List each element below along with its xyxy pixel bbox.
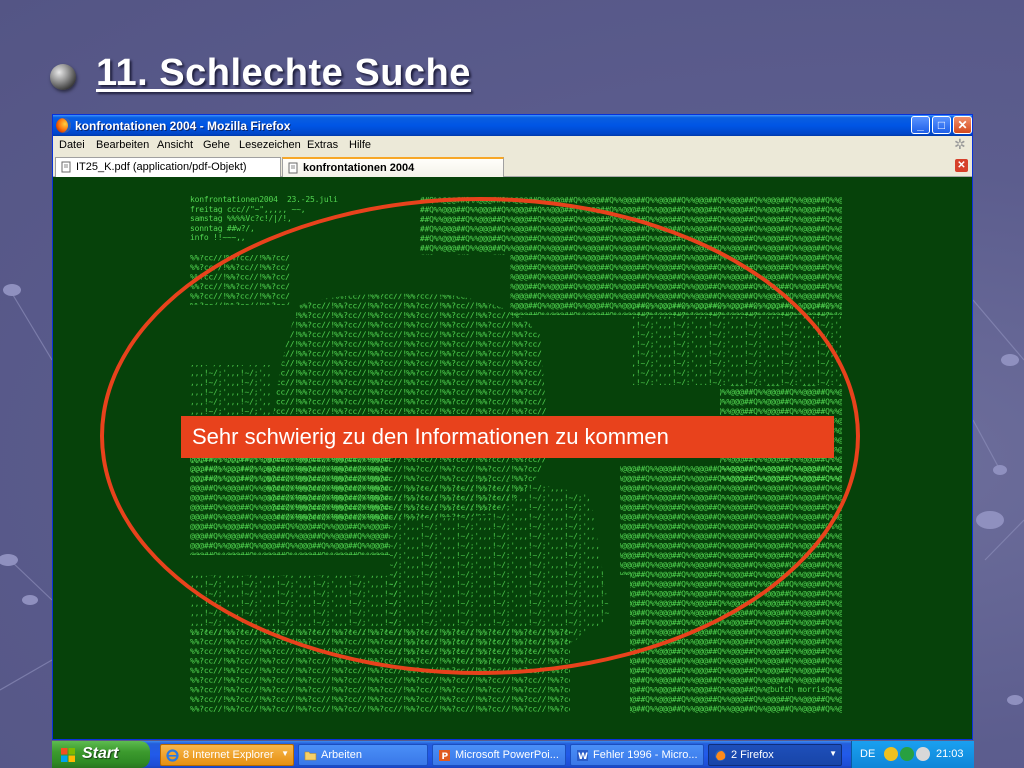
page-icon: [61, 161, 71, 173]
menu-ansicht[interactable]: Ansicht: [157, 139, 193, 151]
powerpoint-icon: P: [439, 750, 450, 762]
window-title: konfrontationen 2004 - Mozilla Firefox: [75, 119, 291, 133]
menu-hilfe[interactable]: Hilfe: [349, 139, 371, 151]
taskbar-item-label: Fehler 1996 - Micro...: [593, 749, 698, 761]
start-label: Start: [82, 745, 119, 762]
throbber-icon: ✲: [954, 136, 966, 152]
taskbar-item-label: Arbeiten: [321, 749, 362, 761]
tab-pdf[interactable]: IT25_K.pdf (application/pdf-Objekt): [55, 157, 281, 177]
word-icon: W: [577, 750, 588, 762]
taskbar-item-powerpoint[interactable]: P Microsoft PowerPoi...: [432, 744, 566, 766]
maximize-button[interactable]: □: [932, 116, 951, 134]
menu-extras[interactable]: Extras: [307, 139, 338, 151]
clock: 21:03: [936, 748, 964, 760]
taskbar-item-label: 2 Firefox: [731, 749, 774, 761]
tray-network-icon[interactable]: [900, 747, 914, 761]
close-tab-button[interactable]: ✕: [955, 159, 968, 172]
system-tray: DE 21:03: [851, 741, 974, 768]
tray-app-icon[interactable]: [884, 747, 898, 761]
chevron-down-icon: ▼: [281, 749, 289, 758]
menu-bearbeiten[interactable]: Bearbeiten: [96, 139, 149, 151]
ie-icon: [166, 749, 179, 762]
firefox-icon: [715, 750, 726, 761]
chevron-down-icon: ▼: [829, 749, 837, 758]
taskbar-item-arbeiten[interactable]: Arbeiten: [298, 744, 428, 766]
taskbar: Start 8 Internet Explorer ▼ Arbeiten P M…: [52, 741, 974, 768]
ascii-text-line: sonntag ##w?/,: [190, 223, 255, 234]
svg-text:P: P: [442, 752, 449, 762]
menu-lesezeichen[interactable]: Lesezeichen: [239, 139, 301, 151]
firefox-icon: [56, 118, 71, 133]
taskbar-item-label: Microsoft PowerPoi...: [455, 749, 559, 761]
taskbar-item-label: 8 Internet Explorer: [183, 749, 274, 761]
window-titlebar[interactable]: konfrontationen 2004 - Mozilla Firefox _…: [53, 115, 972, 136]
ascii-text-line: konfrontationen2004 23.-25.juli: [190, 195, 338, 205]
windows-logo-icon: [61, 748, 75, 762]
folder-icon: [304, 751, 317, 761]
tray-volume-icon[interactable]: [916, 747, 930, 761]
tab-konfrontationen-label: konfrontationen 2004: [303, 162, 415, 174]
page-icon: [288, 162, 298, 174]
taskbar-item-internet-explorer[interactable]: 8 Internet Explorer ▼: [160, 744, 294, 766]
svg-text:W: W: [578, 752, 588, 762]
menu-bar: Datei Bearbeiten Ansicht Gehe Lesezeiche…: [53, 136, 972, 155]
ascii-text-line: info !!~~~,,: [190, 233, 246, 243]
ascii-text-line: butch morris: [770, 685, 826, 695]
language-indicator[interactable]: DE: [860, 748, 875, 760]
callout-box: Sehr schwierig zu den Informationen zu k…: [181, 416, 834, 458]
tab-bar: IT25_K.pdf (application/pdf-Objekt) konf…: [53, 155, 972, 177]
menu-gehe[interactable]: Gehe: [203, 139, 230, 151]
slide-title: 11. Schlechte Suche: [96, 52, 471, 94]
tab-konfrontationen[interactable]: konfrontationen 2004: [282, 157, 504, 177]
slide-bullet-icon: [50, 64, 76, 90]
menu-datei[interactable]: Datei: [59, 139, 85, 151]
ascii-text-line: freitag ccc//"~",,,,, ~~,: [190, 204, 306, 215]
close-button[interactable]: ✕: [953, 116, 972, 134]
start-button[interactable]: Start: [52, 741, 150, 768]
taskbar-item-firefox[interactable]: 2 Firefox ▼: [708, 744, 842, 766]
tab-pdf-label: IT25_K.pdf (application/pdf-Objekt): [76, 161, 247, 173]
ascii-text-line: samstag %%%%Vc?c!/|/!,: [190, 214, 292, 224]
taskbar-item-word[interactable]: W Fehler 1996 - Micro...: [570, 744, 704, 766]
minimize-button[interactable]: _: [911, 116, 930, 134]
